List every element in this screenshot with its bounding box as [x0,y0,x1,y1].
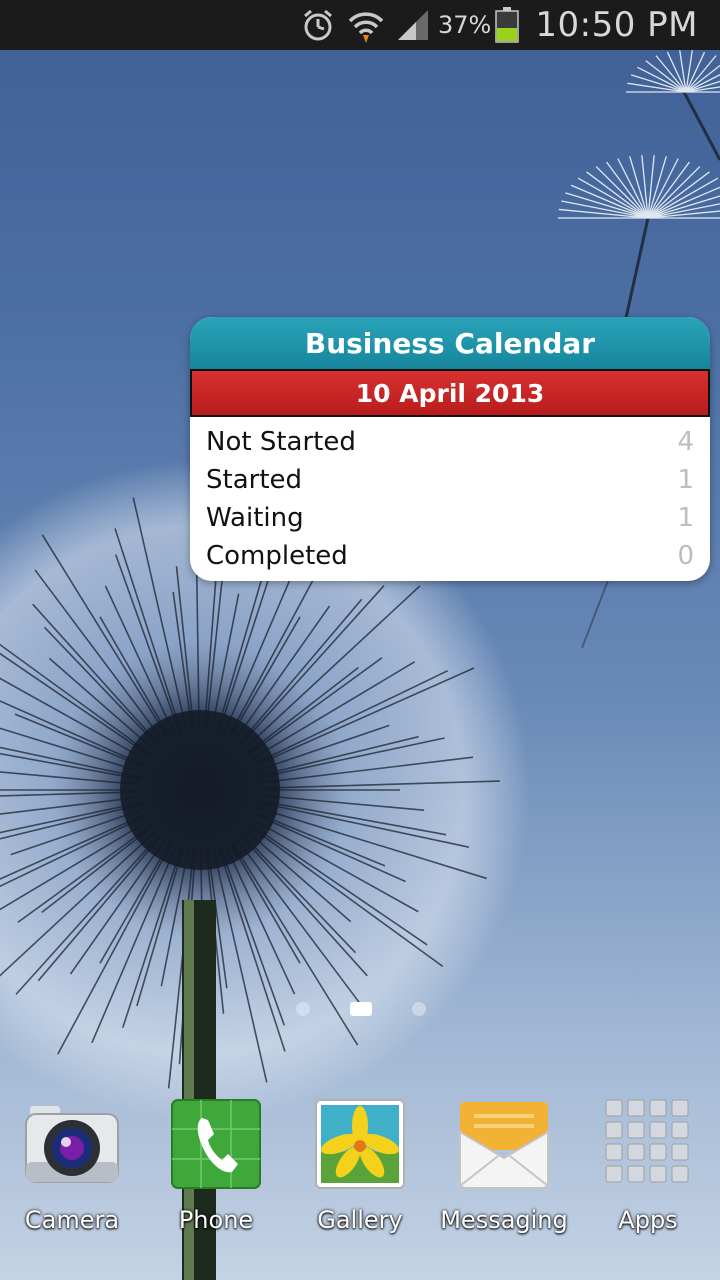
dock-app-apps[interactable]: Apps [576,1092,720,1242]
dandelion-wallpaper-art [0,50,720,1280]
app-dock: Camera Phone Gallery Messaging Apps [0,1092,720,1242]
page-dot-2-active[interactable] [350,1002,372,1016]
dock-app-label: Apps [618,1206,678,1234]
status-count: 0 [677,541,694,571]
status-row-waiting[interactable]: Waiting 1 [206,499,694,537]
status-row-completed[interactable]: Completed 0 [206,537,694,575]
wallpaper [0,0,720,1280]
widget-date-bar[interactable]: 10 April 2013 [190,369,710,417]
apps-grid-icon[interactable] [598,1092,698,1192]
status-count: 4 [677,427,694,457]
dock-app-camera[interactable]: Camera [0,1092,144,1242]
widget-title[interactable]: Business Calendar [190,317,710,369]
alarm-icon [300,0,336,50]
status-row-not-started[interactable]: Not Started 4 [206,423,694,461]
wifi-icon [346,0,386,50]
dock-app-label: Messaging [440,1206,568,1234]
status-label: Not Started [206,427,356,457]
dock-app-messaging[interactable]: Messaging [432,1092,576,1242]
signal-icon [396,0,430,50]
messaging-icon[interactable] [454,1092,554,1192]
status-label: Completed [206,541,348,571]
dock-app-gallery[interactable]: Gallery [288,1092,432,1242]
dock-app-label: Gallery [317,1206,403,1234]
status-bar: 37% 10:50 PM [0,0,720,50]
dock-app-label: Phone [178,1206,254,1234]
camera-icon[interactable] [22,1092,122,1192]
status-row-started[interactable]: Started 1 [206,461,694,499]
status-clock: 10:50 PM [535,5,698,45]
gallery-icon[interactable] [310,1092,410,1192]
battery-percent: 37% [438,11,492,39]
battery-icon [495,0,520,50]
status-label: Started [206,465,303,495]
status-list: Not Started 4 Started 1 Waiting 1 Comple… [190,417,710,575]
home-page-indicator[interactable] [296,999,426,1019]
business-calendar-widget[interactable]: Business Calendar 10 April 2013 Not Star… [190,317,710,581]
dock-app-label: Camera [24,1206,120,1234]
status-label: Waiting [206,503,304,533]
dock-app-phone[interactable]: Phone [144,1092,288,1242]
page-dot-1[interactable] [296,1002,310,1016]
page-dot-3[interactable] [412,1002,426,1016]
phone-icon[interactable] [166,1092,266,1192]
status-count: 1 [677,503,694,533]
status-count: 1 [677,465,694,495]
